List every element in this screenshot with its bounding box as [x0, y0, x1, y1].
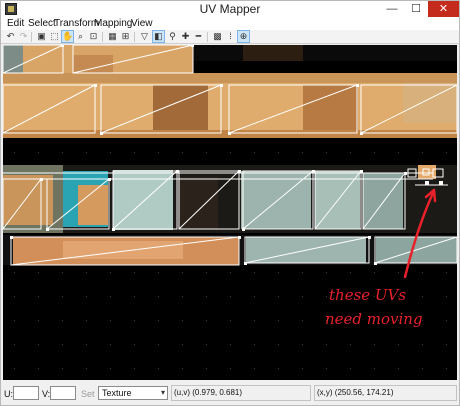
add-icon[interactable]: ✚: [180, 31, 191, 42]
status-bar: U: V: Set Texture ▾ (u,v) (0.979, 0.681)…: [1, 382, 459, 405]
hand-pan-icon[interactable]: ✋: [61, 30, 74, 43]
title-bar: UV Mapper — ☐ ✕: [1, 1, 459, 17]
zoom-region-icon[interactable]: ⊡: [88, 31, 99, 42]
mode-select[interactable]: Texture ▾: [98, 386, 168, 400]
weld-icon[interactable]: ⚲: [167, 31, 178, 42]
toolbar-separator: [102, 32, 103, 42]
menu-select[interactable]: Select: [28, 17, 56, 30]
filter-icon[interactable]: ▽: [139, 31, 150, 42]
uv-canvas[interactable]: these UVs need moving: [3, 45, 457, 380]
annotation-text-line2: need moving: [325, 310, 423, 328]
undo-icon[interactable]: ↶: [5, 31, 16, 42]
minimize-button[interactable]: —: [380, 1, 404, 17]
menu-mapping[interactable]: Mapping: [94, 17, 132, 30]
split-view-icon[interactable]: ◧: [152, 30, 165, 43]
close-button[interactable]: ✕: [428, 1, 459, 17]
texture-strip-bottom: [3, 235, 457, 265]
zoom-icon[interactable]: ⌕: [75, 31, 86, 42]
mode-select-value: Texture: [102, 388, 132, 398]
annotation-text-line1: these UVs: [329, 286, 406, 304]
target-icon[interactable]: ⊕: [237, 30, 250, 43]
redo-icon[interactable]: ↷: [18, 31, 29, 42]
texture-strip-middle: [3, 165, 457, 233]
select-icon[interactable]: ⬚: [49, 31, 60, 42]
v-input[interactable]: [50, 386, 76, 400]
uv-layout[interactable]: these UVs need moving: [3, 45, 457, 380]
v-label: V:: [42, 389, 51, 399]
toolbar: ↶ ↷ ▣ ⬚ ✋ ⌕ ⊡ ▦ ⊞ ▽ ◧ ⚲ ✚ ━ ▩ ⁞ ⊕: [1, 30, 459, 44]
texture-strip-top: [3, 45, 457, 138]
snap-icon[interactable]: ▦: [107, 31, 118, 42]
show-image-icon[interactable]: ▣: [36, 31, 47, 42]
menu-edit[interactable]: Edit: [7, 17, 24, 30]
app-window: UV Mapper — ☐ ✕ Edit Select Transform Ma…: [0, 0, 460, 406]
menu-bar: Edit Select Transform Mapping View: [1, 17, 459, 30]
maximize-button[interactable]: ☐: [404, 1, 428, 17]
remove-icon[interactable]: ━: [193, 31, 204, 42]
grid-snap-icon[interactable]: ⊞: [120, 31, 131, 42]
menu-transform[interactable]: Transform: [54, 17, 99, 30]
uv-coordinate-readout: (u,v) (0.979, 0.681): [171, 385, 311, 401]
set-button[interactable]: Set: [81, 389, 95, 399]
u-label: U:: [4, 389, 13, 399]
toolbar-separator: [31, 32, 32, 42]
u-input[interactable]: [13, 386, 39, 400]
menu-view[interactable]: View: [131, 17, 153, 30]
xy-coordinate-readout: (x,y) (250.56, 174.21): [314, 385, 457, 401]
toolbar-separator: [207, 32, 208, 42]
chevron-down-icon: ▾: [160, 388, 165, 397]
grid-icon[interactable]: ▩: [212, 31, 223, 42]
toolbar-separator: [134, 32, 135, 42]
grid-dots-icon[interactable]: ⁞: [225, 31, 236, 42]
